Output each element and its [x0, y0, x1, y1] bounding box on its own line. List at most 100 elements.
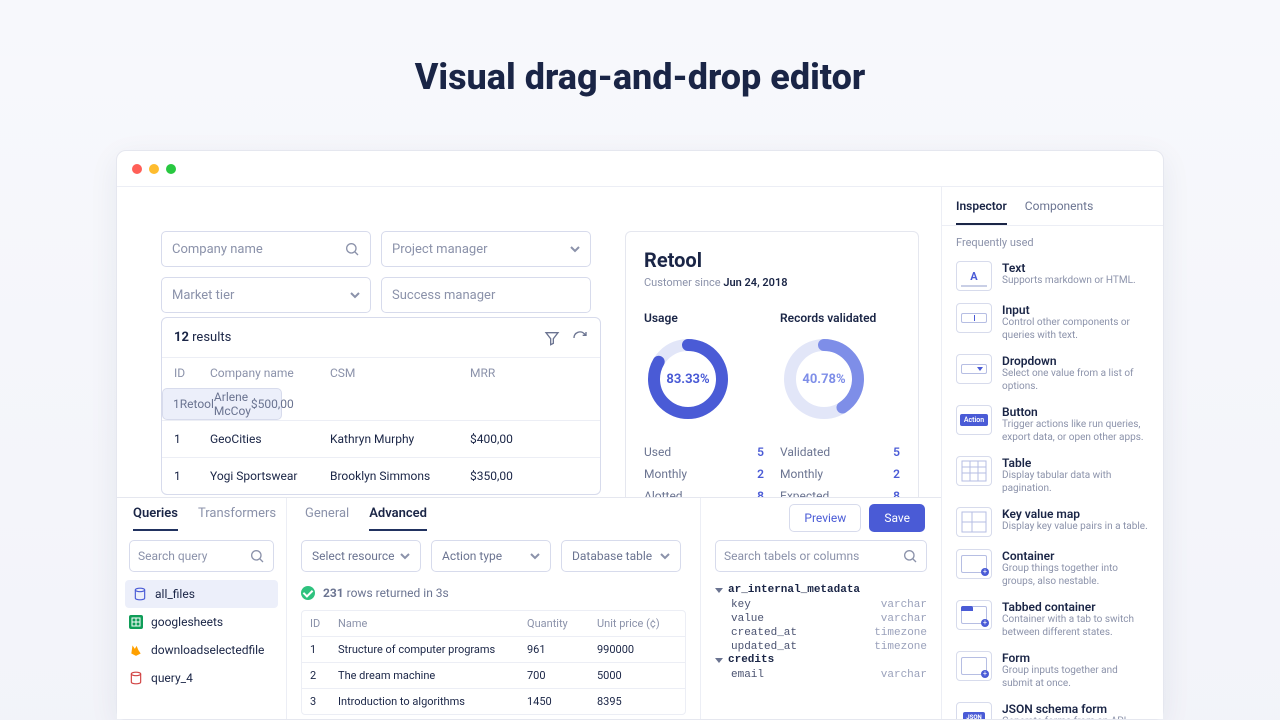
- detail-panel: Retool Customer since Jun 24, 2018 Usage…: [625, 231, 919, 520]
- minimize-icon[interactable]: [149, 164, 159, 174]
- component-title: Form: [1002, 651, 1149, 665]
- success-manager-input[interactable]: Success manager: [381, 277, 591, 313]
- component-desc: Display key value pairs in a table.: [1002, 521, 1148, 534]
- table-row[interactable]: 1Yogi SportswearBrooklyn Simmons$350,00: [162, 457, 600, 494]
- component-title: Text: [1002, 261, 1136, 275]
- component-title: Key value map: [1002, 507, 1148, 521]
- check-icon: [301, 586, 315, 600]
- schema-search-input[interactable]: Search tabels or columns: [715, 540, 927, 572]
- company-name-input[interactable]: Company name: [161, 231, 371, 267]
- usage-donut: 83.33%: [644, 335, 732, 423]
- select-resource[interactable]: Select resource: [301, 540, 421, 572]
- component-desc: Control other components or queries with…: [1002, 317, 1149, 342]
- records-pct: 40.78%: [780, 335, 868, 423]
- schema-column[interactable]: valuevarchar: [715, 612, 927, 626]
- refresh-icon[interactable]: [572, 330, 588, 346]
- canvas: Company name Project manager Market tier…: [117, 187, 941, 719]
- schema-column[interactable]: updated_attimezone: [715, 640, 927, 654]
- filter-icon[interactable]: [544, 330, 560, 346]
- table-row[interactable]: 1RetoolArlene McCoy$500,00: [162, 388, 282, 420]
- component-table[interactable]: TableDisplay tabular data with paginatio…: [942, 450, 1163, 501]
- chevron-down-icon: [400, 551, 410, 561]
- component-key-value-map[interactable]: Key value mapDisplay key value pairs in …: [942, 501, 1163, 543]
- component-desc: Display tabular data with pagination.: [1002, 470, 1149, 495]
- maximize-icon[interactable]: [166, 164, 176, 174]
- query-query_4[interactable]: query_4: [117, 664, 286, 692]
- component-desc: Select one value from a list of options.: [1002, 368, 1149, 393]
- search-icon: [249, 548, 265, 564]
- usage-col: Usage 83.33%: [644, 311, 764, 423]
- detail-subtitle: Customer since Jun 24, 2018: [644, 276, 900, 289]
- query-googlesheets[interactable]: googlesheets: [117, 608, 286, 636]
- market-tier-select[interactable]: Market tier: [161, 277, 371, 313]
- tab-transformers[interactable]: Transformers: [198, 506, 276, 531]
- right-panel: InspectorComponents Frequently used ATex…: [941, 187, 1163, 719]
- table-row[interactable]: 3Introduction to algorithms14508395: [302, 688, 685, 714]
- tab-advanced[interactable]: Advanced: [369, 506, 427, 531]
- preview-button[interactable]: Preview: [789, 504, 861, 532]
- tab-queries[interactable]: Queries: [133, 506, 178, 531]
- component-desc: Group inputs together and submit at once…: [1002, 665, 1149, 690]
- table-row[interactable]: 1GeoCitiesKathryn Murphy$400,00: [162, 420, 600, 457]
- component-json-schema-form[interactable]: JSON+JSON schema formGenerate forms from…: [942, 696, 1163, 719]
- component-dropdown[interactable]: DropdownSelect one value from a list of …: [942, 348, 1163, 399]
- query-icon: [129, 671, 143, 685]
- query-icon: [133, 587, 147, 601]
- close-icon[interactable]: [132, 164, 142, 174]
- kv-pair: Used5: [644, 445, 764, 459]
- results-table: 12 results IDCompany nameCSMMRR 1RetoolA…: [161, 317, 601, 495]
- project-manager-select[interactable]: Project manager: [381, 231, 591, 267]
- tab-components[interactable]: Components: [1025, 199, 1094, 225]
- chevron-down-icon: [715, 588, 723, 593]
- placeholder: Project manager: [392, 242, 488, 257]
- component-title: Dropdown: [1002, 354, 1149, 368]
- schema-column[interactable]: created_attimezone: [715, 626, 927, 640]
- schema-table[interactable]: credits: [715, 654, 927, 666]
- page-title: Visual drag-and-drop editor: [0, 56, 1280, 98]
- schema-column[interactable]: emailvarchar: [715, 668, 927, 682]
- table-row[interactable]: 1Structure of computer programs961990000: [302, 636, 685, 662]
- chevron-down-icon: [530, 551, 540, 561]
- schema-table[interactable]: ar_internal_metadata: [715, 584, 927, 596]
- placeholder: Market tier: [172, 288, 234, 303]
- query-search-input[interactable]: Search query: [129, 540, 274, 572]
- component-tabbed-container[interactable]: +Tabbed containerContainer with a tab to…: [942, 594, 1163, 645]
- component-desc: Container with a tab to switch between d…: [1002, 614, 1149, 639]
- component-button[interactable]: ActionButtonTrigger actions like run que…: [942, 399, 1163, 450]
- select-database-table[interactable]: Database table: [561, 540, 681, 572]
- component-container[interactable]: +ContainerGroup things together into gro…: [942, 543, 1163, 594]
- schema-column[interactable]: keyvarchar: [715, 598, 927, 612]
- select-action-type[interactable]: Action type: [431, 540, 551, 572]
- component-input[interactable]: InputControl other components or queries…: [942, 297, 1163, 348]
- table-row[interactable]: 2The dream machine7005000: [302, 662, 685, 688]
- component-form[interactable]: +FormGroup inputs together and submit at…: [942, 645, 1163, 696]
- tab-inspector[interactable]: Inspector: [956, 199, 1007, 225]
- search-icon: [902, 548, 918, 564]
- save-button[interactable]: Save: [869, 504, 925, 532]
- bottom-panel: Queries Transformers General Advanced Prev…: [117, 497, 941, 719]
- tab-general[interactable]: General: [305, 506, 349, 531]
- records-donut: 40.78%: [780, 335, 868, 423]
- usage-label: Usage: [644, 311, 764, 325]
- query-icon: [129, 643, 143, 657]
- component-text[interactable]: ATextSupports markdown or HTML.: [942, 255, 1163, 297]
- query-all_files[interactable]: all_files: [125, 580, 278, 608]
- component-desc: Group things together into groups, also …: [1002, 563, 1149, 588]
- component-title: Container: [1002, 549, 1149, 563]
- records-col: Records validated 40.78%: [780, 311, 900, 423]
- kv-pair: Validated5: [780, 445, 900, 459]
- results-preview-table: IDNameQuantityUnit price (¢) 1Structure …: [301, 610, 686, 715]
- component-desc: Generate forms from an API schema. Suppo…: [1002, 716, 1149, 719]
- query-icon: [129, 615, 143, 629]
- chevron-down-icon: [715, 658, 723, 663]
- component-title: Tabbed container: [1002, 600, 1149, 614]
- filter-grid: Company name Project manager Market tier…: [161, 231, 601, 313]
- detail-title: Retool: [644, 248, 900, 272]
- records-label: Records validated: [780, 311, 900, 325]
- component-title: Table: [1002, 456, 1149, 470]
- usage-pct: 83.33%: [644, 335, 732, 423]
- query-downloadselectedfile[interactable]: downloadselectedfile: [117, 636, 286, 664]
- placeholder: Success manager: [392, 288, 495, 303]
- component-desc: Trigger actions like run queries, export…: [1002, 419, 1149, 444]
- results-count: 12 results: [174, 330, 231, 345]
